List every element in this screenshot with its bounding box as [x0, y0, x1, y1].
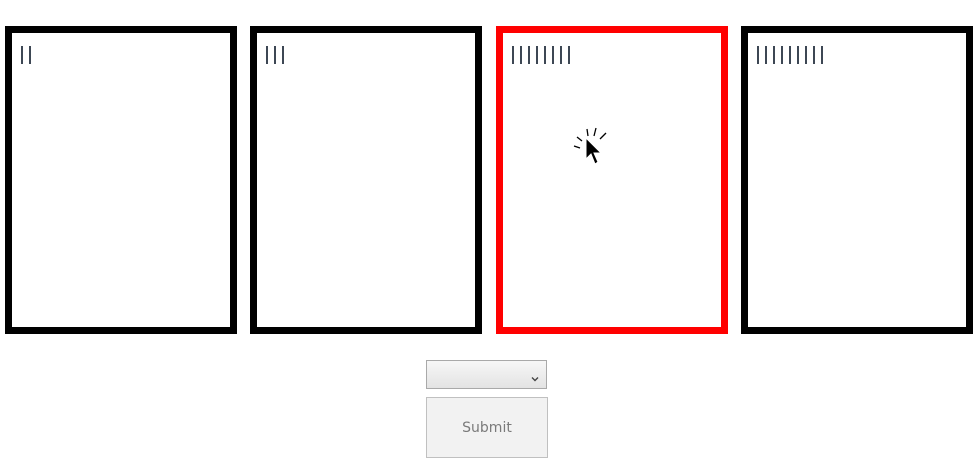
card-2[interactable]: [250, 26, 482, 334]
tally-mark: [805, 46, 807, 64]
tally-mark: [568, 46, 570, 64]
tally-mark: [757, 46, 759, 64]
tally-mark: [29, 46, 31, 64]
tally-mark: [266, 46, 268, 64]
tally-mark: [536, 46, 538, 64]
tally-mark: [560, 46, 562, 64]
card-1[interactable]: [5, 26, 237, 334]
tally-mark: [789, 46, 791, 64]
tally-mark: [21, 46, 23, 64]
tally-mark: [813, 46, 815, 64]
click-cursor-icon: [572, 126, 612, 170]
chevron-down-icon: [530, 369, 540, 382]
submit-button[interactable]: Submit: [426, 397, 548, 458]
tally-mark: [282, 46, 284, 64]
tally-marks: [757, 46, 829, 68]
tally-marks: [21, 46, 37, 68]
tally-mark: [821, 46, 823, 64]
tally-marks: [512, 46, 576, 68]
tally-mark: [552, 46, 554, 64]
card-4[interactable]: [741, 26, 973, 334]
tally-mark: [512, 46, 514, 64]
tally-mark: [781, 46, 783, 64]
tally-mark: [528, 46, 530, 64]
tally-mark: [274, 46, 276, 64]
tally-mark: [765, 46, 767, 64]
card-3[interactable]: [496, 26, 728, 334]
answer-dropdown[interactable]: [426, 360, 547, 389]
tally-marks: [266, 46, 290, 68]
tally-mark: [544, 46, 546, 64]
tally-mark: [797, 46, 799, 64]
tally-mark: [773, 46, 775, 64]
tally-mark: [520, 46, 522, 64]
